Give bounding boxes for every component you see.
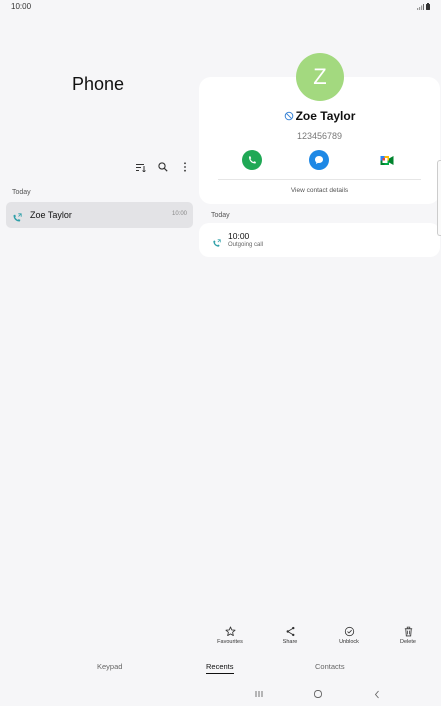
delete-label: Delete xyxy=(400,639,416,645)
entry-time: 10:00 xyxy=(171,211,187,217)
check-circle-icon xyxy=(344,626,354,637)
recent-apps-icon xyxy=(255,691,263,697)
history-type: Outgoing call xyxy=(228,242,264,248)
recent-apps-button[interactable] xyxy=(249,688,269,700)
unblock-label: Unblock xyxy=(339,639,359,645)
trash-icon xyxy=(404,626,412,637)
outgoing-call-icon xyxy=(12,210,22,228)
filter-icon xyxy=(136,163,146,172)
battery-icon xyxy=(426,3,430,10)
contact-number: 123456789 xyxy=(296,131,343,141)
status-icons xyxy=(417,3,430,10)
view-contact-details-link[interactable]: View contact details xyxy=(199,187,440,194)
meet-icon xyxy=(380,155,394,165)
signal-icon xyxy=(417,4,424,10)
contact-name: Zoe Taylor xyxy=(295,109,356,123)
more-options-button[interactable] xyxy=(177,159,193,175)
share-button[interactable]: Share xyxy=(270,626,310,645)
video-call-button[interactable] xyxy=(377,150,397,170)
share-icon xyxy=(286,626,294,637)
filter-button[interactable] xyxy=(133,159,149,175)
favourites-button[interactable]: Favourites xyxy=(210,626,250,645)
card-divider xyxy=(218,179,421,180)
edge-panel-handle[interactable] xyxy=(437,160,441,236)
share-label: Share xyxy=(282,639,298,645)
delete-button[interactable]: Delete xyxy=(388,626,428,645)
tab-active-indicator xyxy=(206,673,234,675)
list-toolbar xyxy=(133,159,193,175)
tab-contacts[interactable]: Contacts xyxy=(315,662,345,671)
list-section-today: Today xyxy=(12,189,31,196)
search-button[interactable] xyxy=(155,159,171,175)
tab-recents[interactable]: Recents xyxy=(206,662,234,671)
history-item[interactable]: 10:00 Outgoing call xyxy=(199,223,440,257)
star-icon xyxy=(225,626,235,637)
contact-name-row: Zoe Taylor xyxy=(199,109,440,123)
entry-name: Zoe Taylor xyxy=(30,210,72,220)
search-icon xyxy=(158,162,168,172)
message-button[interactable] xyxy=(309,150,329,170)
more-vertical-icon xyxy=(184,162,186,172)
status-time: 10:00 xyxy=(11,2,32,11)
back-icon xyxy=(374,690,379,698)
status-bar: 10:00 xyxy=(0,0,441,14)
history-time: 10:00 xyxy=(228,231,250,241)
avatar: Z xyxy=(296,53,344,101)
list-item[interactable]: Zoe Taylor 10:00 xyxy=(6,202,193,228)
home-button[interactable] xyxy=(308,688,328,700)
call-button[interactable] xyxy=(242,150,262,170)
history-section-today: Today xyxy=(211,212,230,219)
phone-icon xyxy=(249,156,256,164)
favourites-label: Favourites xyxy=(217,639,243,645)
outgoing-call-icon xyxy=(212,235,221,253)
home-icon xyxy=(314,690,322,698)
back-button[interactable] xyxy=(367,688,387,700)
tab-keypad[interactable]: Keypad xyxy=(97,662,122,671)
message-icon xyxy=(315,156,323,164)
blocked-icon xyxy=(284,111,293,121)
unblock-button[interactable]: Unblock xyxy=(329,626,369,645)
page-title: Phone xyxy=(72,74,125,94)
